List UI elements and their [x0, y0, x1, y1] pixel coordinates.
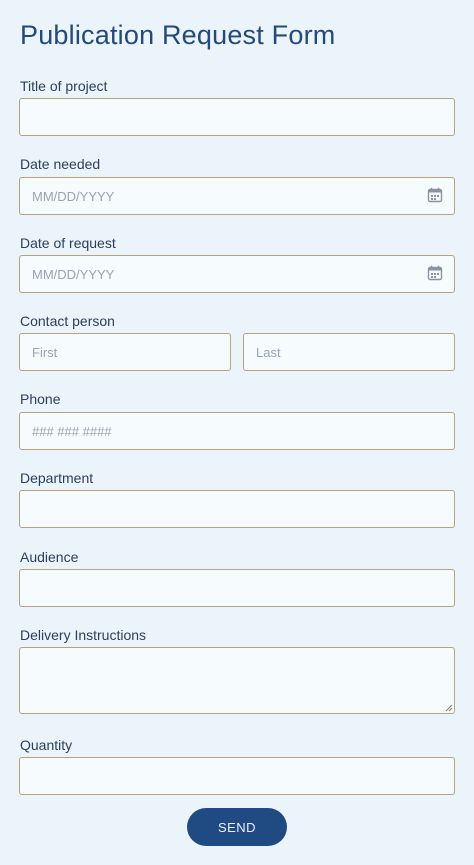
date-needed-label: Date needed	[20, 156, 101, 172]
quantity-label: Quantity	[20, 737, 73, 753]
delivery-instructions-textarea[interactable]	[19, 647, 455, 714]
title-of-project-label: Title of project	[20, 78, 108, 94]
contact-first-name-input[interactable]	[19, 333, 231, 371]
date-of-request-label: Date of request	[20, 235, 116, 251]
department-label: Department	[20, 470, 94, 486]
phone-input[interactable]	[19, 412, 455, 450]
date-needed-field	[19, 177, 455, 215]
phone-label: Phone	[20, 391, 61, 407]
contact-person-label: Contact person	[20, 313, 115, 329]
form-card: Publication Request Form Title of projec…	[0, 0, 474, 865]
resize-handle-icon[interactable]	[445, 704, 453, 712]
date-of-request-field	[19, 255, 455, 293]
audience-label: Audience	[20, 549, 79, 565]
date-of-request-input[interactable]	[19, 255, 455, 293]
send-button[interactable]: SEND	[187, 808, 287, 846]
quantity-input[interactable]	[19, 757, 455, 795]
calendar-icon[interactable]	[427, 265, 443, 281]
date-needed-input[interactable]	[19, 177, 455, 215]
department-input[interactable]	[19, 490, 455, 528]
audience-input[interactable]	[19, 569, 455, 607]
title-of-project-input[interactable]	[19, 98, 455, 136]
page-title: Publication Request Form	[20, 20, 336, 50]
contact-last-name-input[interactable]	[243, 333, 455, 371]
delivery-instructions-label: Delivery Instructions	[20, 627, 147, 643]
calendar-icon[interactable]	[427, 187, 443, 203]
